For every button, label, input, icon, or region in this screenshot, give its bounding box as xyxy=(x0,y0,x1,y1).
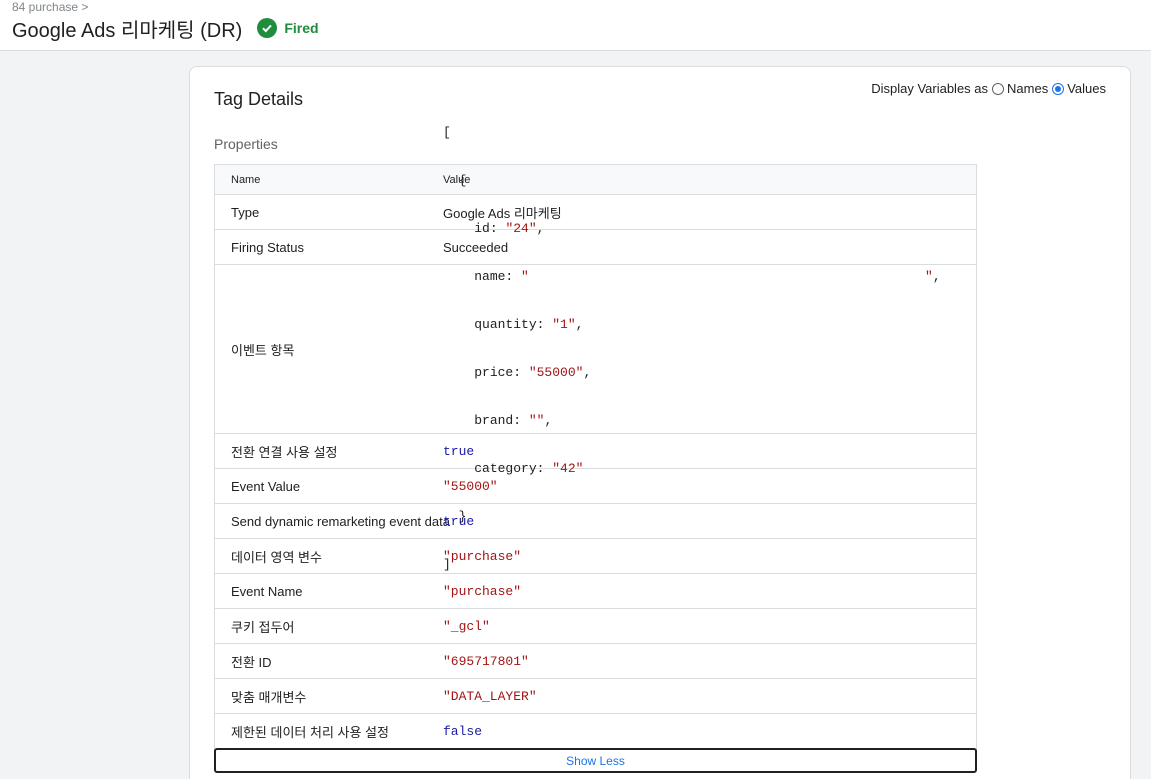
row-name: Event Value xyxy=(231,478,301,494)
row-name: 전환 ID xyxy=(231,654,272,670)
table-row: 제한된 데이터 처리 사용 설정 false xyxy=(215,714,976,749)
names-radio-label[interactable]: Names xyxy=(1007,81,1048,96)
page-header: 84 purchase > Google Ads 리마케팅 (DR) Fired xyxy=(0,0,1151,51)
table-row: 전환 ID "695717801" xyxy=(215,644,976,679)
status-badge: Fired xyxy=(257,18,319,38)
show-less-button[interactable]: Show Less xyxy=(214,748,977,773)
tag-details-card: Tag Details Display Variables as Names V… xyxy=(189,66,1131,779)
row-value: "_gcl" xyxy=(443,618,490,634)
breadcrumb[interactable]: 84 purchase > xyxy=(12,0,88,14)
row-name: Firing Status xyxy=(231,239,304,255)
row-name: 데이터 영역 변수 xyxy=(231,549,322,565)
values-radio-label[interactable]: Values xyxy=(1067,81,1106,96)
table-row: 맞춤 매개변수 "DATA_LAYER" xyxy=(215,679,976,714)
row-value: "695717801" xyxy=(443,653,529,669)
row-name: 제한된 데이터 처리 사용 설정 xyxy=(231,725,389,740)
status-text: Fired xyxy=(284,20,319,36)
table-row: 쿠키 접두어 "_gcl" xyxy=(215,609,976,644)
values-radio[interactable] xyxy=(1052,82,1065,95)
row-name: 전환 연결 사용 설정 xyxy=(231,444,338,460)
row-value-json: [ { id: "24", name: " ", quantity: "1", p… xyxy=(443,93,976,605)
row-name: Event Name xyxy=(231,583,303,599)
json-block: [ { id: "24", name: " ", quantity: "1", p… xyxy=(443,125,941,572)
row-name: 쿠키 접두어 xyxy=(231,619,295,635)
names-radio[interactable] xyxy=(992,82,1005,95)
row-name: 이벤트 항목 xyxy=(231,342,295,358)
card-title: Tag Details xyxy=(214,89,304,109)
row-name: Send dynamic remarketing event data xyxy=(231,513,450,529)
page-title: Google Ads 리마케팅 (DR) xyxy=(12,19,243,42)
section-title: Properties xyxy=(214,136,278,152)
properties-table: Name Value Type Google Ads 리마케팅 Firing S… xyxy=(214,125,977,750)
check-circle-icon xyxy=(257,18,278,38)
table-row: 이벤트 항목 [ { id: "24", name: " ", quantity:… xyxy=(215,125,976,572)
row-name: Type xyxy=(231,204,260,220)
row-name: 맞춤 매개변수 xyxy=(231,689,307,705)
column-header-name: Name xyxy=(231,173,261,186)
row-value: "DATA_LAYER" xyxy=(443,688,537,704)
row-value: false xyxy=(443,724,483,739)
title-row: Google Ads 리마케팅 (DR) Fired xyxy=(12,15,319,42)
